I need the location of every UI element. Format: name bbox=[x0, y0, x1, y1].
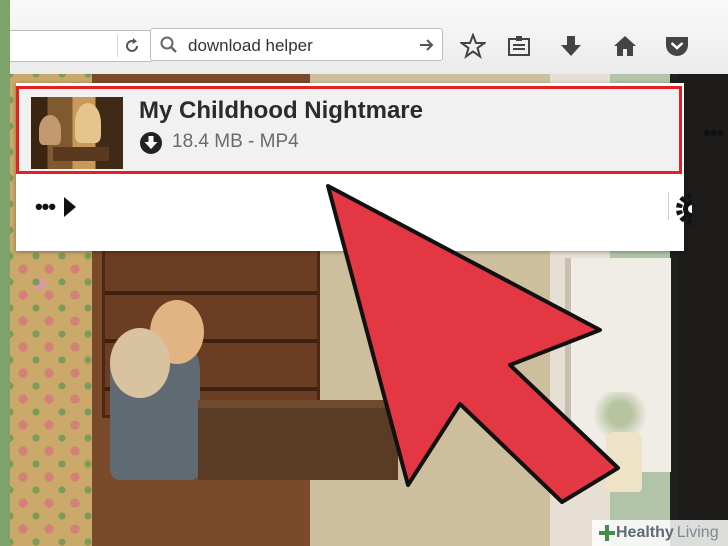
download-icon bbox=[561, 36, 581, 56]
video-thumbnail bbox=[31, 97, 123, 169]
watermark-brand: Healthy bbox=[616, 524, 674, 541]
video-title: My Childhood Nightmare bbox=[139, 97, 423, 124]
search-icon bbox=[160, 36, 177, 53]
pocket-button[interactable] bbox=[662, 30, 692, 62]
healthy-living-logo-icon bbox=[599, 525, 615, 541]
url-bar[interactable] bbox=[10, 30, 153, 62]
panel-separator bbox=[668, 192, 669, 220]
download-item[interactable]: My Childhood Nightmare 18.4 MB - MP4 bbox=[16, 86, 682, 174]
play-icon bbox=[64, 197, 77, 217]
downloads-button[interactable] bbox=[556, 30, 586, 62]
more-dots: ••• bbox=[34, 194, 56, 219]
reload-button[interactable] bbox=[117, 35, 146, 57]
reading-list-button[interactable] bbox=[504, 30, 534, 62]
watermark-suffix: Living bbox=[676, 524, 719, 541]
search-box[interactable]: download helper bbox=[150, 28, 443, 61]
home-button[interactable] bbox=[610, 30, 640, 62]
download-circle-icon bbox=[140, 132, 162, 154]
home-icon bbox=[614, 36, 636, 56]
browser-toolbar: download helper bbox=[10, 0, 728, 75]
gear-icon[interactable] bbox=[672, 191, 692, 227]
video-meta: 18.4 MB - MP4 bbox=[172, 131, 299, 152]
more-actions-button[interactable]: ••• bbox=[26, 179, 86, 235]
figure-head-front bbox=[110, 328, 170, 398]
star-icon bbox=[460, 33, 486, 59]
side-more-dots[interactable]: ••• bbox=[703, 120, 724, 146]
reload-icon bbox=[126, 38, 138, 52]
pocket-icon bbox=[666, 37, 688, 56]
pointer-arrow bbox=[326, 184, 620, 504]
go-arrow-icon[interactable] bbox=[418, 36, 436, 54]
watermark: Healthy Living bbox=[592, 520, 728, 546]
search-text: download helper bbox=[188, 36, 313, 55]
browser-frame: download helper My Childhood Nightmare 1… bbox=[10, 0, 728, 546]
bookmark-star-button[interactable] bbox=[458, 30, 488, 62]
reading-list-icon bbox=[508, 36, 530, 56]
